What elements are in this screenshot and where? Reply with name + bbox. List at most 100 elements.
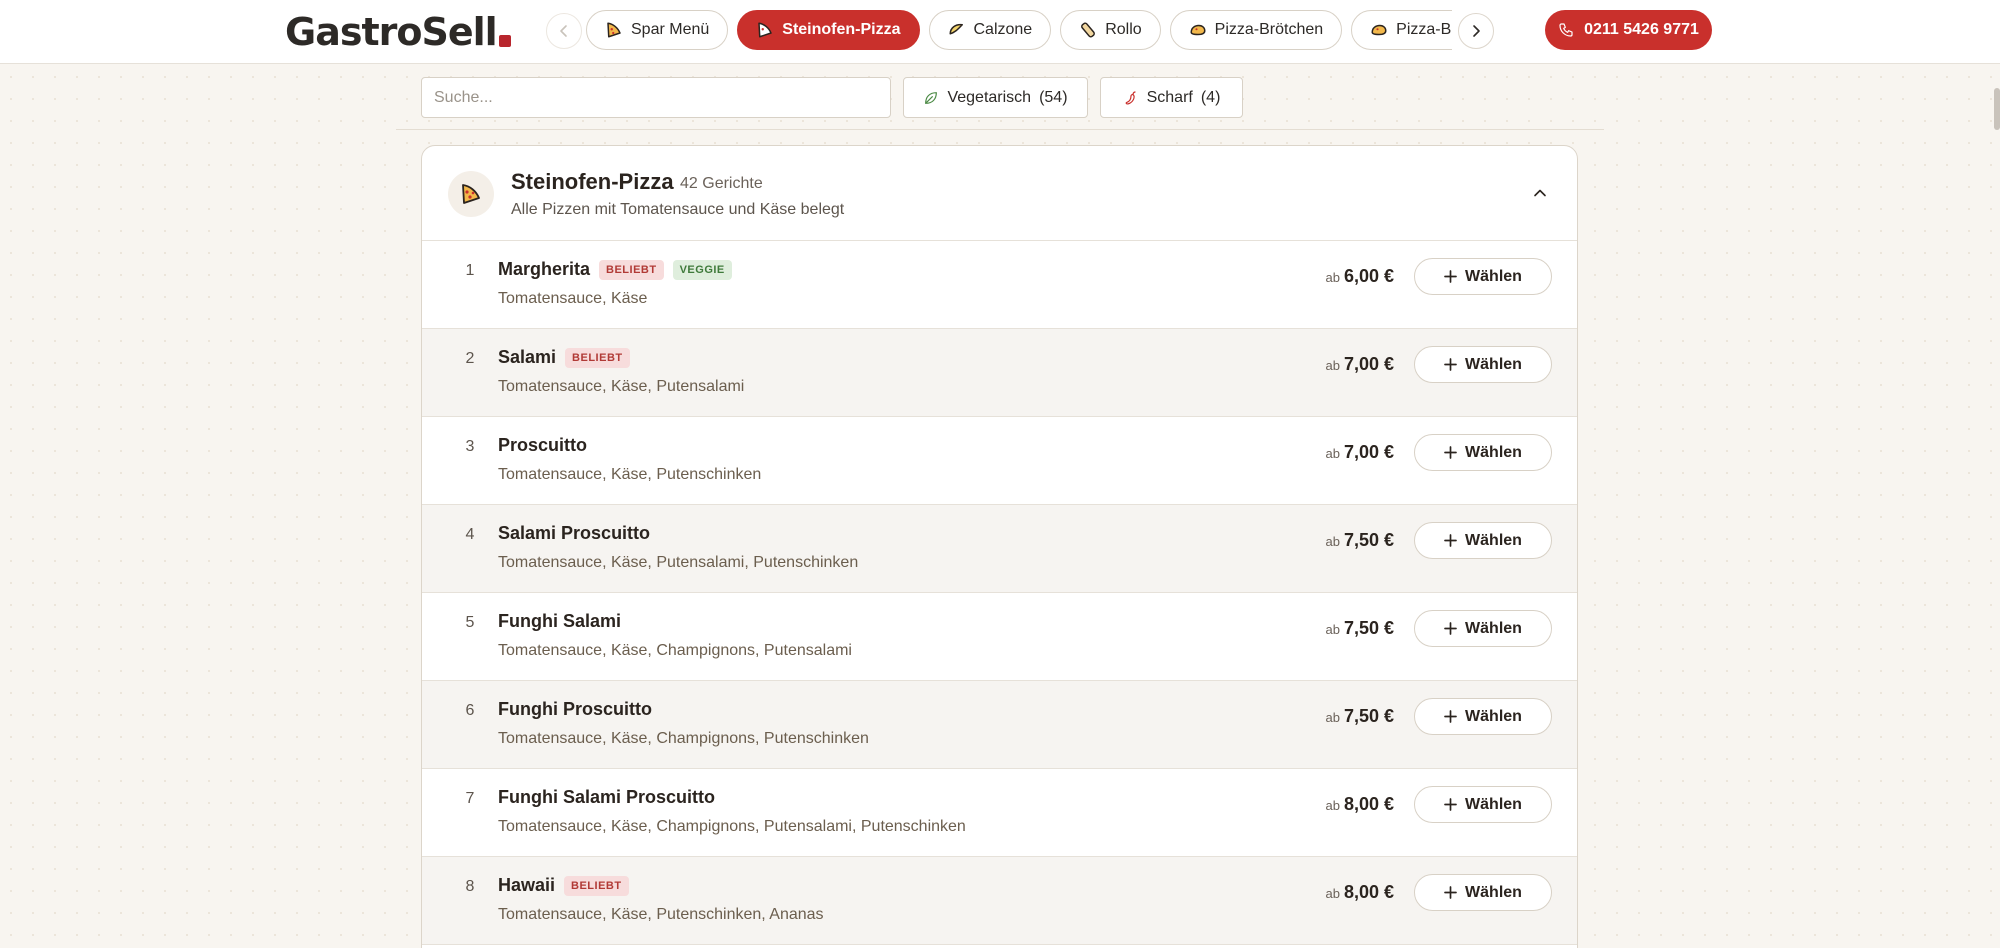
item-number: 1 — [465, 262, 475, 279]
item-ingredients: Tomatensauce, Käse, Putenschinken, Anana… — [498, 906, 824, 923]
plus-icon — [1444, 446, 1457, 459]
plus-icon — [1444, 710, 1457, 723]
menu-item-row[interactable]: 5 Funghi Salami Tomatensauce, Käse, Champi… — [422, 593, 1577, 681]
phone-call-button[interactable]: 0211 5426 9771 — [1545, 10, 1712, 50]
plus-icon — [1444, 534, 1457, 547]
item-name: Salami Proscuitto — [498, 523, 651, 543]
pizza-slice-icon — [448, 171, 494, 217]
tab-label: Calzone — [973, 21, 1033, 38]
choose-label: Wählen — [1465, 795, 1522, 813]
chevron-right-icon — [1473, 25, 1480, 37]
bread-roll-icon — [1189, 21, 1207, 39]
top-header: GastroSell Spar Menü Steinofen-Pizza Calzo… — [0, 0, 2000, 64]
item-number: 2 — [465, 350, 475, 367]
item-ingredients: Tomatensauce, Käse, Champignons, Putensa… — [498, 818, 966, 835]
item-name: Funghi Proscuitto — [498, 699, 652, 719]
menu-item-row[interactable]: 1 Margherita BELIEBT VEGGIE Tomatensauce, Kä… — [422, 241, 1577, 329]
veggie-badge: VEGGIE — [672, 259, 732, 280]
choose-button[interactable]: Wählen — [1414, 258, 1552, 295]
choose-label: Wählen — [1465, 443, 1522, 461]
price-prefix: ab — [1325, 622, 1340, 637]
item-number: 5 — [465, 614, 475, 631]
item-ingredients: Tomatensauce, Käse, Putensalami — [498, 378, 745, 395]
choose-label: Wählen — [1465, 883, 1522, 901]
tab-rollo[interactable]: Rollo — [1060, 10, 1161, 50]
choose-button[interactable]: Wählen — [1414, 874, 1552, 911]
tab-label: Steinofen-Pizza — [782, 21, 901, 38]
choose-label: Wählen — [1465, 619, 1522, 637]
item-price: ab 7,00 € — [1325, 354, 1394, 375]
item-name-line: Proscuitto — [498, 435, 587, 456]
pizza-slice-icon — [605, 21, 623, 39]
price-value: 8,00 € — [1343, 882, 1394, 902]
price-value: 6,00 € — [1343, 266, 1394, 286]
spicy-filter-label: Scharf — [1146, 88, 1193, 106]
choose-button[interactable]: Wählen — [1414, 786, 1552, 823]
item-number: 6 — [465, 702, 475, 719]
page-scrollbar[interactable] — [1994, 88, 2000, 130]
menu-item-row[interactable]: 3 Proscuitto Tomatensauce, Käse, Putenschi… — [422, 417, 1577, 505]
choose-button[interactable]: Wählen — [1414, 346, 1552, 383]
phone-number: 0211 5426 9771 — [1584, 21, 1699, 38]
category-description: Alle Pizzen mit Tomatensauce und Käse be… — [511, 201, 845, 218]
tabs-scroll-left-button[interactable] — [546, 13, 582, 49]
item-name: Proscuitto — [498, 435, 588, 455]
category-item-count: 42 Gerichte — [680, 175, 763, 192]
vegetarian-filter-count: (54) — [1039, 88, 1068, 106]
menu-item-row[interactable]: 7 Funghi Salami Proscuitto Tomatensauce, K… — [422, 769, 1577, 857]
item-name: Funghi Salami Proscuitto — [498, 787, 716, 807]
leaf-icon — [925, 91, 938, 104]
logo[interactable]: GastroSell — [285, 8, 511, 56]
bread-roll-icon — [1370, 21, 1388, 39]
tab-calzone[interactable]: Calzone — [928, 10, 1052, 50]
phone-icon — [1559, 23, 1573, 37]
plus-icon — [1444, 270, 1457, 283]
category-header[interactable]: Steinofen-Pizza 42 Gerichte Alle Pizzen … — [422, 146, 1577, 241]
category-tabs: Spar Menü Steinofen-Pizza Calzone Rollo Pizz… — [586, 10, 1452, 52]
item-ingredients: Tomatensauce, Käse, Putenschinken — [498, 466, 762, 483]
popular-badge: BELIEBT — [565, 347, 630, 368]
price-value: 8,00 € — [1343, 794, 1394, 814]
collapse-button[interactable] — [1529, 182, 1551, 204]
vegetarian-filter-button[interactable]: Vegetarisch (54) — [903, 77, 1088, 118]
spicy-filter-count: (4) — [1200, 88, 1221, 106]
tab-label: Pizza-Brötchen — [1214, 21, 1324, 38]
wrap-icon — [1079, 21, 1097, 39]
price-value: 7,50 € — [1343, 618, 1394, 638]
tab-spar-menü[interactable]: Spar Menü — [586, 10, 729, 50]
menu-item-row[interactable]: 4 Salami Proscuitto Tomatensauce, Käse, Pu… — [422, 505, 1577, 593]
search-input[interactable] — [421, 77, 891, 118]
price-value: 7,50 € — [1343, 530, 1394, 550]
price-prefix: ab — [1325, 798, 1340, 813]
tab-pizza-brot[interactable]: Pizza-Brot — [1351, 10, 1452, 50]
choose-button[interactable]: Wählen — [1414, 522, 1552, 559]
price-prefix: ab — [1325, 270, 1340, 285]
plus-icon — [1444, 358, 1457, 371]
tabs-scroll-right-button[interactable] — [1458, 13, 1494, 49]
plus-icon — [1444, 798, 1457, 811]
item-name-line: Salami BELIEBT — [498, 347, 630, 368]
vegetarian-filter-label: Vegetarisch — [947, 88, 1032, 106]
tab-pizza-brötchen[interactable]: Pizza-Brötchen — [1169, 10, 1343, 50]
choose-button[interactable]: Wählen — [1414, 610, 1552, 647]
item-price: ab 6,00 € — [1325, 266, 1394, 287]
menu-item-row[interactable]: 6 Funghi Proscuitto Tomatensauce, Käse, Ch… — [422, 681, 1577, 769]
item-number: 8 — [465, 878, 475, 895]
chevron-left-icon — [560, 25, 567, 37]
item-name-line: Hawaii BELIEBT — [498, 875, 629, 896]
menu-item-row[interactable]: 8 Hawaii BELIEBT Tomatensauce, Käse, Putens… — [422, 857, 1577, 945]
category-card: Steinofen-Pizza 42 Gerichte Alle Pizzen … — [421, 145, 1578, 948]
choose-button[interactable]: Wählen — [1414, 434, 1552, 471]
tab-steinofen-pizza[interactable]: Steinofen-Pizza — [737, 10, 920, 50]
spicy-filter-button[interactable]: Scharf (4) — [1100, 77, 1243, 118]
item-name: Salami — [498, 347, 557, 367]
choose-button[interactable]: Wählen — [1414, 698, 1552, 735]
item-price: ab 8,00 € — [1325, 882, 1394, 903]
menu-item-row[interactable]: 2 Salami BELIEBT Tomatensauce, Käse, Putens… — [422, 329, 1577, 417]
popular-badge: BELIEBT — [564, 875, 629, 896]
choose-label: Wählen — [1465, 355, 1522, 373]
menu-item-list: 1 Margherita BELIEBT VEGGIE Tomatensauce, Kä… — [422, 241, 1577, 945]
item-name-line: Funghi Salami Proscuitto — [498, 787, 715, 808]
choose-label: Wählen — [1465, 267, 1522, 285]
item-price: ab 7,50 € — [1325, 530, 1394, 551]
